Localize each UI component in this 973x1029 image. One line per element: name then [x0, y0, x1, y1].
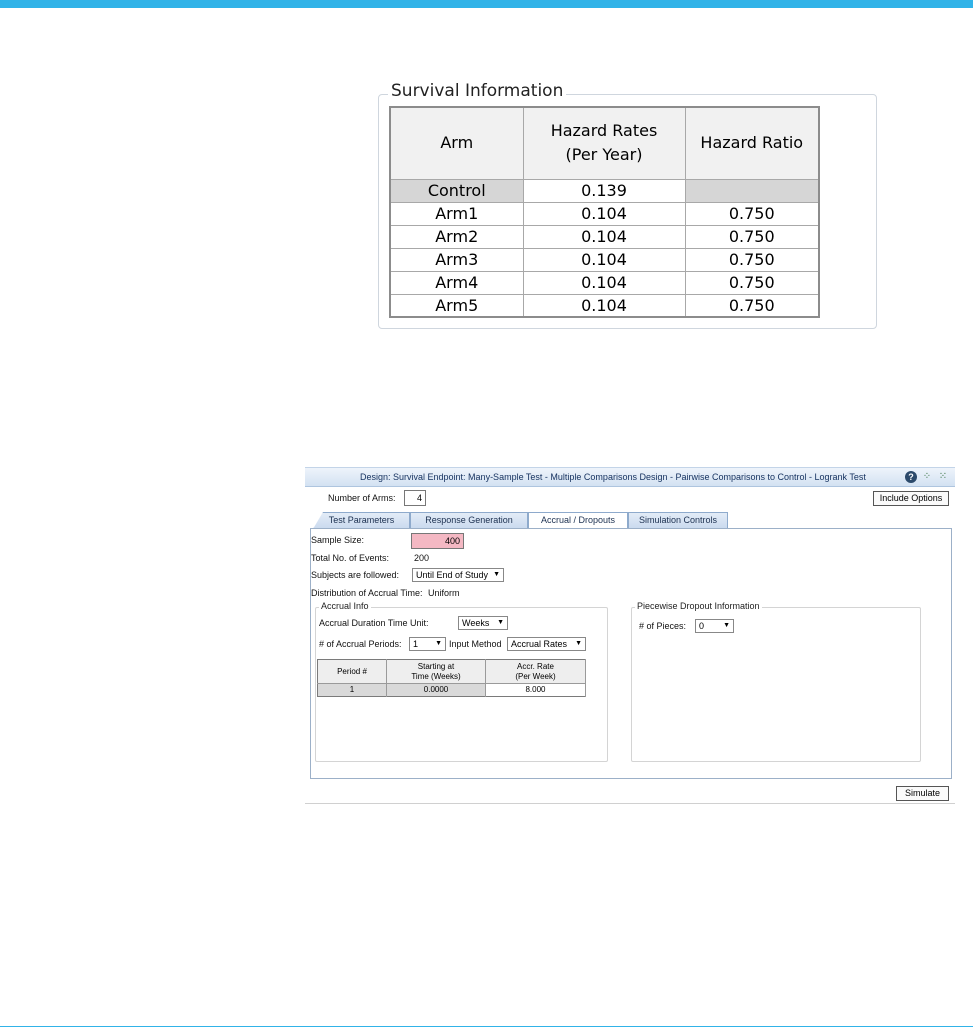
pieces-select[interactable]: 0 ▼	[695, 619, 734, 633]
chevron-down-icon: ▼	[575, 640, 582, 647]
cell-hazard-rate[interactable]: 0.104	[523, 294, 686, 318]
title-icons: ? ⁘ ⁙	[905, 471, 949, 483]
cell-arm: Arm4	[390, 271, 524, 295]
table-row: Arm5 0.104 0.750	[390, 294, 820, 318]
simulate-button[interactable]: Simulate	[896, 786, 949, 801]
header-accrual-rate: Accr. Rate (Per Week)	[485, 659, 586, 684]
cell-hazard-ratio[interactable]: 0.750	[685, 271, 820, 295]
accrual-duration-unit-select[interactable]: Weeks ▼	[458, 616, 508, 630]
design-dialog: Design: Survival Endpoint: Many-Sample T…	[305, 467, 955, 805]
header-arm: Arm	[390, 107, 524, 180]
chevron-down-icon: ▼	[493, 571, 500, 578]
cell-arm: Control	[390, 179, 524, 203]
accrual-duration-unit-label: Accrual Duration Time Unit:	[319, 618, 429, 628]
sample-size-input[interactable]: 400	[411, 533, 464, 549]
sample-size-label: Sample Size:	[311, 535, 365, 545]
cell-hazard-rate[interactable]: 0.104	[523, 202, 686, 226]
dialog-bottom-divider	[305, 803, 955, 804]
table-row: 1 0.0000 8.000	[317, 683, 586, 697]
tab-response-generation[interactable]: Response Generation	[410, 512, 528, 529]
expand-icon[interactable]: ⁘	[921, 471, 933, 483]
cell-period: 1	[317, 683, 387, 697]
chevron-down-icon: ▼	[497, 619, 504, 626]
input-method-select[interactable]: Accrual Rates ▼	[507, 637, 586, 651]
cell-arm: Arm3	[390, 248, 524, 272]
cell-arm: Arm2	[390, 225, 524, 249]
cell-accrual-rate[interactable]: 8.000	[485, 683, 586, 697]
survival-information-legend: Survival Information	[388, 80, 567, 102]
dialog-title: Design: Survival Endpoint: Many-Sample T…	[360, 472, 866, 482]
pieces-label: # of Pieces:	[639, 621, 687, 631]
tab-test-parameters[interactable]: Test Parameters	[313, 512, 410, 529]
dropout-info-legend: Piecewise Dropout Information	[635, 601, 762, 611]
chevron-down-icon: ▼	[435, 640, 442, 647]
header-hazard-rates: Hazard Rates (Per Year)	[523, 107, 686, 180]
cell-hazard-rate[interactable]: 0.104	[523, 271, 686, 295]
cell-hazard-rate[interactable]: 0.104	[523, 248, 686, 272]
top-accent-bar	[0, 0, 973, 8]
tab-simulation-controls[interactable]: Simulation Controls	[628, 512, 728, 529]
survival-table: Arm Hazard Rates (Per Year) Hazard Ratio…	[389, 106, 820, 318]
table-row: Arm1 0.104 0.750	[390, 202, 820, 226]
number-of-arms-label: Number of Arms:	[328, 493, 396, 503]
total-events-value: 200	[414, 553, 430, 563]
bottom-accent-line	[0, 1026, 973, 1027]
accrual-dropouts-panel: Sample Size: 400 Total No. of Events: 20…	[310, 528, 952, 779]
table-row: Arm2 0.104 0.750	[390, 225, 820, 249]
header-period: Period #	[317, 659, 387, 684]
help-icon[interactable]: ?	[905, 471, 917, 483]
input-method-label: Input Method	[449, 639, 502, 649]
cell-hazard-ratio	[685, 179, 820, 203]
header-starting-time: Starting at Time (Weeks)	[386, 659, 486, 684]
chevron-down-icon: ▼	[723, 622, 730, 629]
dialog-title-bar: Design: Survival Endpoint: Many-Sample T…	[305, 467, 955, 487]
collapse-icon[interactable]: ⁙	[937, 471, 949, 483]
cell-arm: Arm1	[390, 202, 524, 226]
accrual-info-legend: Accrual Info	[319, 601, 371, 611]
accrual-periods-table: Period # Starting at Time (Weeks) Accr. …	[317, 659, 586, 697]
distribution-label: Distribution of Accrual Time:	[311, 588, 423, 598]
cell-hazard-ratio[interactable]: 0.750	[685, 248, 820, 272]
cell-hazard-ratio[interactable]: 0.750	[685, 294, 820, 318]
cell-hazard-rate[interactable]: 0.104	[523, 225, 686, 249]
number-of-arms-input[interactable]: 4	[404, 490, 426, 506]
tab-strip: Test Parameters Response Generation Accr…	[313, 512, 953, 530]
cell-starting-time: 0.0000	[386, 683, 486, 697]
table-row: Arm4 0.104 0.750	[390, 271, 820, 295]
header-hazard-ratio: Hazard Ratio	[685, 107, 820, 180]
distribution-value: Uniform	[428, 588, 460, 598]
cell-arm: Arm5	[390, 294, 524, 318]
cell-hazard-ratio[interactable]: 0.750	[685, 225, 820, 249]
subjects-followed-label: Subjects are followed:	[311, 570, 400, 580]
cell-hazard-rate[interactable]: 0.139	[523, 179, 686, 203]
include-options-button[interactable]: Include Options	[873, 491, 949, 506]
table-row: Arm3 0.104 0.750	[390, 248, 820, 272]
subjects-followed-select[interactable]: Until End of Study ▼	[412, 568, 504, 582]
accrual-periods-select[interactable]: 1 ▼	[409, 637, 446, 651]
accrual-periods-label: # of Accrual Periods:	[319, 639, 402, 649]
cell-hazard-ratio[interactable]: 0.750	[685, 202, 820, 226]
total-events-label: Total No. of Events:	[311, 553, 390, 563]
table-row-control: Control 0.139	[390, 179, 820, 203]
